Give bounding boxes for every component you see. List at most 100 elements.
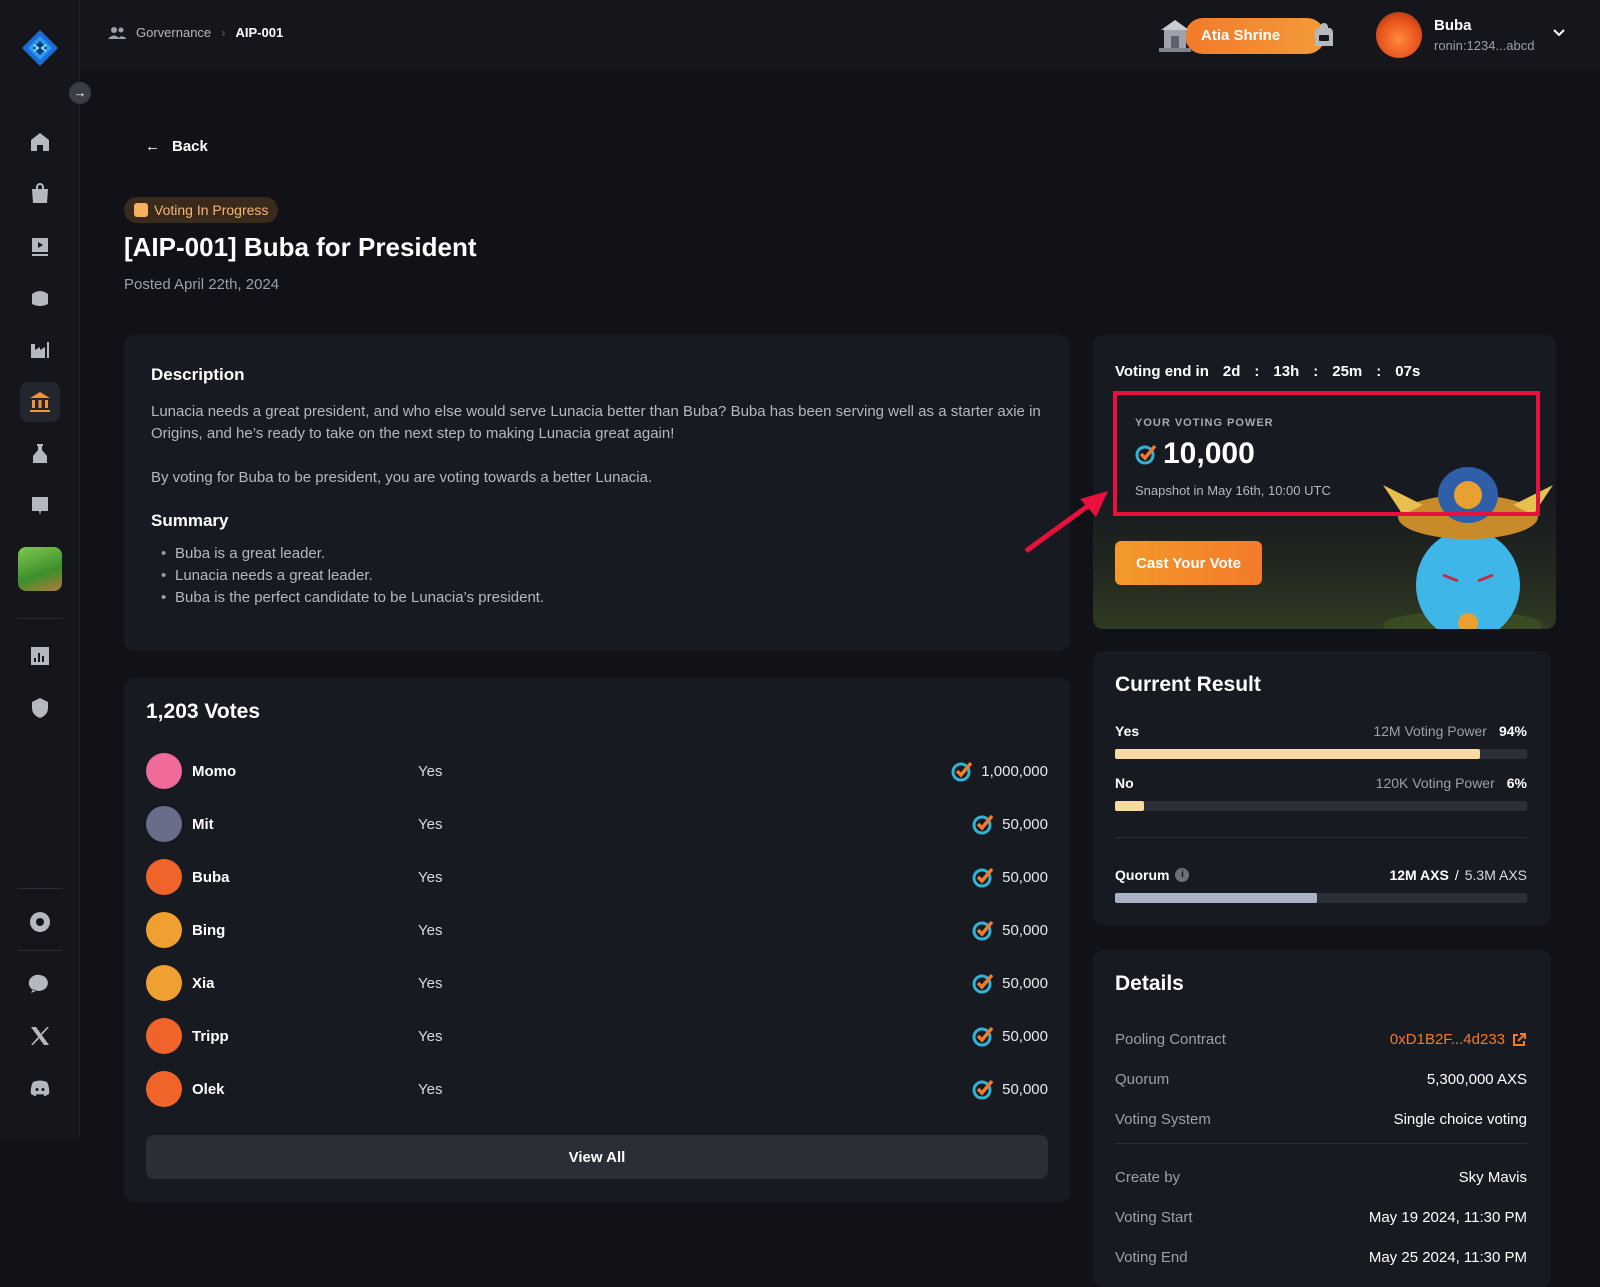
countdown-days: 2d xyxy=(1222,363,1241,380)
voting-power-card: Voting end in 2d : 13h : 25m : 07s YOUR … xyxy=(1093,335,1556,629)
detail-value: May 25 2024, 11:30 PM xyxy=(1368,1249,1527,1266)
result-yes-label: Yes xyxy=(1115,723,1140,739)
newspaper-icon xyxy=(32,497,48,515)
voter-name: Bing xyxy=(192,921,226,939)
voter-name: Buba xyxy=(192,868,230,886)
vote-choice: Yes xyxy=(418,762,443,780)
voter-name: Tripp xyxy=(192,1027,229,1045)
vote-power-value: 50,000 xyxy=(1002,868,1048,886)
quorum-label: Quorum xyxy=(1115,867,1170,883)
sidebar-divider xyxy=(18,888,62,889)
detail-key: Voting System xyxy=(1115,1111,1211,1128)
voting-power-check-icon xyxy=(972,973,994,994)
voting-power-check-icon xyxy=(951,761,973,782)
result-no-bar-fill xyxy=(1115,801,1144,811)
result-yes-power: 12M Voting Power xyxy=(1373,723,1487,739)
vote-row: Olek Yes 50,000 xyxy=(146,1069,1048,1109)
back-button[interactable]: ← Back xyxy=(145,138,208,155)
result-yes-row: Yes 12M Voting Power 94% xyxy=(1115,723,1527,759)
detail-value: 5,300,000 AXS xyxy=(1426,1071,1527,1088)
top-bar: Gorvernance › AIP-001 Atia Shrine Buba r… xyxy=(80,0,1600,70)
page-title: [AIP-001] Buba for President xyxy=(124,232,477,262)
details-divider xyxy=(1115,1143,1527,1144)
sidebar-item-discord[interactable] xyxy=(20,1068,60,1108)
app-logo-icon[interactable] xyxy=(20,28,60,68)
status-label: Voting In Progress xyxy=(154,202,269,218)
backpack-icon[interactable] xyxy=(1312,22,1336,48)
countdown-seconds: 07s xyxy=(1395,363,1421,380)
breadcrumb-governance-link[interactable]: Gorvernance xyxy=(136,25,211,40)
sidebar-item-axies[interactable] xyxy=(20,278,60,318)
sidebar-item-play[interactable] xyxy=(20,226,60,266)
description-heading: Description xyxy=(151,365,245,384)
current-result-title: Current Result xyxy=(1115,673,1261,696)
voting-power-check-icon xyxy=(972,920,994,941)
chat-icon xyxy=(28,974,48,993)
potion-icon xyxy=(33,444,47,463)
details-title: Details xyxy=(1115,972,1184,995)
cast-vote-button[interactable]: Cast Your Vote xyxy=(1115,541,1262,585)
detail-value: May 19 2024, 11:30 PM xyxy=(1368,1209,1527,1226)
lifebuoy-icon xyxy=(30,912,50,932)
sidebar-item-x[interactable] xyxy=(20,1016,60,1056)
sidebar-item-governance[interactable] xyxy=(20,382,60,422)
countdown-separator: : xyxy=(1376,363,1382,380)
voter-avatar xyxy=(146,1018,182,1054)
vote-row: Buba Yes 50,000 xyxy=(146,857,1048,897)
sidebar-item-inventory[interactable] xyxy=(20,174,60,214)
sidebar-item-game-thumbnail[interactable] xyxy=(18,547,62,591)
detail-row: Pooling Contract 0xD1B2F...4d233 xyxy=(1115,1031,1527,1048)
breadcrumb: Gorvernance › AIP-001 xyxy=(108,25,283,40)
voting-countdown: Voting end in 2d : 13h : 25m : 07s xyxy=(1115,363,1420,380)
votes-card: 1,203 Votes Momo Yes 1,000,000 Mit Yes 5… xyxy=(124,678,1070,1202)
chevron-down-icon[interactable] xyxy=(1552,26,1566,40)
detail-key: Pooling Contract xyxy=(1115,1031,1226,1048)
view-all-button[interactable]: View All xyxy=(146,1135,1048,1179)
detail-row: Voting System Single choice voting xyxy=(1115,1111,1527,1128)
voter-name: Mit xyxy=(192,815,214,833)
atia-shrine-button[interactable]: Atia Shrine xyxy=(1155,18,1373,54)
sidebar-expand-button[interactable]: → xyxy=(69,82,91,104)
voting-power-check-icon xyxy=(972,1026,994,1047)
vote-power-value: 50,000 xyxy=(1002,974,1048,992)
result-no-percent: 6% xyxy=(1506,775,1527,791)
vote-choice: Yes xyxy=(418,815,443,833)
detail-row: Voting Start May 19 2024, 11:30 PM xyxy=(1115,1209,1527,1226)
shield-icon xyxy=(32,698,48,718)
back-label: Back xyxy=(172,138,208,155)
voter-avatar xyxy=(146,859,182,895)
sidebar-item-stats[interactable] xyxy=(20,636,60,676)
description-paragraph: By voting for Buba to be president, you … xyxy=(151,469,653,486)
shrine-icon xyxy=(1159,20,1191,52)
result-divider xyxy=(1115,837,1527,838)
home-icon xyxy=(31,133,49,151)
play-icon xyxy=(32,238,48,256)
summary-heading: Summary xyxy=(151,511,229,530)
sidebar-item-support[interactable] xyxy=(20,902,60,942)
info-icon[interactable]: i xyxy=(1175,868,1190,882)
sidebar-item-security[interactable] xyxy=(20,688,60,728)
quorum-row: Quorum i 12M AXS / 5.3M AXS xyxy=(1115,867,1527,903)
user-avatar[interactable] xyxy=(1376,12,1422,58)
bag-icon xyxy=(32,183,48,203)
sidebar-item-home[interactable] xyxy=(20,122,60,162)
sidebar-item-land[interactable] xyxy=(20,330,60,370)
sidebar-item-potions[interactable] xyxy=(20,434,60,474)
voting-power-highlight-box: YOUR VOTING POWER 10,000 Snapshot in May… xyxy=(1113,391,1540,516)
sidebar-item-news[interactable] xyxy=(20,486,60,526)
voter-avatar xyxy=(146,806,182,842)
detail-key: Voting End xyxy=(1115,1249,1188,1266)
sidebar-item-chat[interactable] xyxy=(20,964,60,1004)
vote-power: 1,000,000 xyxy=(951,760,1048,782)
vote-choice: Yes xyxy=(418,921,443,939)
detail-key: Voting Start xyxy=(1115,1209,1193,1226)
vote-row: Tripp Yes 50,000 xyxy=(146,1016,1048,1056)
voter-name: Xia xyxy=(192,974,215,992)
sidebar: → xyxy=(0,0,91,1138)
pooling-contract-link[interactable]: 0xD1B2F...4d233 xyxy=(1390,1031,1527,1048)
vote-power-value: 1,000,000 xyxy=(981,762,1048,780)
quorum-bar xyxy=(1115,893,1527,903)
voter-avatar xyxy=(146,965,182,1001)
vote-power: 50,000 xyxy=(972,1025,1048,1047)
status-badge: Voting In Progress xyxy=(124,197,279,223)
